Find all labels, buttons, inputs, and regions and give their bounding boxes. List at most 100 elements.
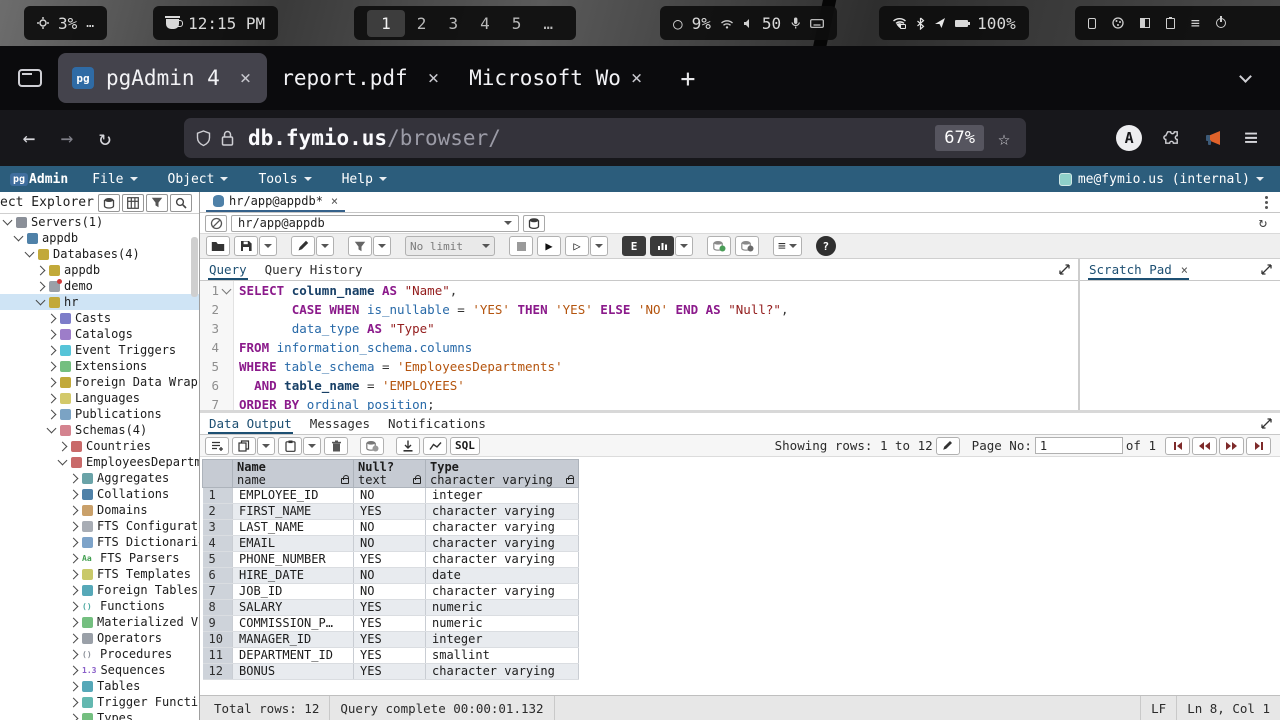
cell[interactable]: character varying <box>426 504 579 520</box>
filter-button[interactable] <box>348 236 372 256</box>
cell[interactable]: COMMISSION_P… <box>233 616 354 632</box>
row-number[interactable]: 1 <box>203 488 233 504</box>
cell[interactable]: YES <box>354 616 426 632</box>
cell[interactable]: NO <box>354 584 426 600</box>
chevron-right-icon[interactable] <box>69 473 79 483</box>
tree-item-demo[interactable]: demo <box>0 278 199 294</box>
menu-icon[interactable]: ≡ <box>1191 14 1200 32</box>
tree-item-schemas-4-[interactable]: Schemas(4) <box>0 422 199 438</box>
tree-item-fts-configurations[interactable]: FTS Configurations <box>0 518 199 534</box>
limit-select[interactable]: No limit <box>405 236 495 256</box>
previous-page-button[interactable] <box>1192 437 1217 455</box>
close-tab-icon[interactable]: × <box>426 67 441 89</box>
tree-item-extensions[interactable]: Extensions <box>0 358 199 374</box>
chevron-right-icon[interactable] <box>58 441 68 451</box>
tree-item-tables[interactable]: Tables <box>0 678 199 694</box>
browser-tab-pgadmin[interactable]: pg pgAdmin 4 × <box>58 53 267 103</box>
tab-data-output[interactable]: Data Output <box>208 413 293 434</box>
new-tab-button[interactable]: + <box>672 64 703 93</box>
cell[interactable]: character varying <box>426 664 579 680</box>
expand-icon[interactable] <box>1261 418 1272 429</box>
screenshot-icon[interactable] <box>1140 18 1150 28</box>
bookmark-star-icon[interactable]: ☆ <box>994 126 1014 150</box>
tab-notifications[interactable]: Notifications <box>387 413 487 434</box>
tree-item-fts-templates[interactable]: FTS Templates <box>0 566 199 582</box>
chevron-right-icon[interactable] <box>47 313 57 323</box>
firefox-view-icon[interactable] <box>18 69 42 87</box>
zoom-level-badge[interactable]: 67% <box>935 125 984 151</box>
workspace-button[interactable]: 3 <box>438 12 468 35</box>
menu-help[interactable]: Help <box>342 172 387 187</box>
chevron-right-icon[interactable] <box>69 649 79 659</box>
workspace-button[interactable]: 2 <box>407 12 437 35</box>
connection-select[interactable]: hr/app@appdb <box>231 215 519 232</box>
eol-indicator[interactable]: LF <box>1140 696 1176 720</box>
expand-icon[interactable] <box>1059 264 1070 275</box>
row-number[interactable]: 12 <box>203 664 233 680</box>
cell[interactable]: EMPLOYEE_ID <box>233 488 354 504</box>
view-data-button[interactable] <box>122 194 144 212</box>
first-page-button[interactable] <box>1165 437 1190 455</box>
cell[interactable]: NO <box>354 488 426 504</box>
cell[interactable]: EMAIL <box>233 536 354 552</box>
cursor-position[interactable]: Ln 8, Col 1 <box>1176 696 1280 720</box>
commit-button[interactable] <box>707 236 731 256</box>
account-menu[interactable]: me@fymio.us (internal) <box>1059 172 1264 187</box>
close-tab-icon[interactable]: × <box>238 67 253 89</box>
chevron-right-icon[interactable] <box>69 665 79 675</box>
row-number[interactable]: 3 <box>203 520 233 536</box>
status-indicators[interactable]: ○ 9% 50 <box>660 6 837 40</box>
tree-item-languages[interactable]: Languages <box>0 390 199 406</box>
chevron-right-icon[interactable] <box>47 345 57 355</box>
next-page-button[interactable] <box>1219 437 1244 455</box>
chevron-right-icon[interactable] <box>69 601 79 611</box>
workspace-button[interactable]: 5 <box>502 12 532 35</box>
expand-icon[interactable] <box>1261 264 1272 275</box>
cell[interactable]: YES <box>354 552 426 568</box>
copy-options-caret[interactable] <box>257 437 275 455</box>
browser-tab-word[interactable]: Microsoft Wo × <box>455 53 658 103</box>
chevron-down-icon[interactable] <box>3 216 13 226</box>
chevron-right-icon[interactable] <box>69 617 79 627</box>
sql-button[interactable]: SQL <box>450 437 480 455</box>
cell[interactable]: character varying <box>426 584 579 600</box>
edit-range-button[interactable] <box>936 437 960 455</box>
chevron-right-icon[interactable] <box>69 713 79 720</box>
cpu-indicator[interactable]: 3% … <box>24 6 107 40</box>
chevron-right-icon[interactable] <box>36 265 46 275</box>
chevron-down-icon[interactable] <box>36 296 46 306</box>
more-options-icon[interactable] <box>1265 201 1268 204</box>
edit-options-caret[interactable] <box>316 236 334 256</box>
close-tab-icon[interactable]: × <box>629 67 644 89</box>
edit-button[interactable] <box>291 236 315 256</box>
tree-item-functions[interactable]: ()Functions <box>0 598 199 614</box>
copy-button[interactable] <box>232 437 256 455</box>
tree-item-trigger-functions[interactable]: Trigger Functions <box>0 694 199 710</box>
cell[interactable]: JOB_ID <box>233 584 354 600</box>
chevron-down-icon[interactable] <box>25 248 35 258</box>
chevron-down-icon[interactable] <box>58 456 68 466</box>
tree-item-domains[interactable]: Domains <box>0 502 199 518</box>
tree-item-catalogs[interactable]: Catalogs <box>0 326 199 342</box>
list-tabs-chevron-icon[interactable] <box>1239 70 1252 83</box>
tree-item-procedures[interactable]: ()Procedures <box>0 646 199 662</box>
forward-button[interactable]: → <box>48 126 86 150</box>
column-header-type[interactable]: Typecharacter varying <box>426 460 579 488</box>
cell[interactable]: character varying <box>426 552 579 568</box>
chevron-right-icon[interactable] <box>69 633 79 643</box>
rotation-lock-icon[interactable] <box>1088 18 1096 29</box>
sidebar-scrollbar[interactable] <box>191 237 198 297</box>
tab-query[interactable]: Query <box>208 259 248 280</box>
macros-button[interactable]: ≡ <box>773 236 802 256</box>
cell[interactable]: integer <box>426 632 579 648</box>
workspace-button[interactable]: … <box>533 12 563 35</box>
chevron-right-icon[interactable] <box>47 329 57 339</box>
new-connection-button[interactable] <box>523 215 545 232</box>
chevron-right-icon[interactable] <box>69 505 79 515</box>
row-number[interactable]: 7 <box>203 584 233 600</box>
menu-object[interactable]: Object <box>168 172 229 187</box>
clipboard-icon[interactable] <box>1166 18 1175 29</box>
address-bar[interactable]: db.fymio.us/browser/ 67% ☆ <box>184 118 1026 158</box>
tree-item-hr[interactable]: hr <box>0 294 199 310</box>
cell[interactable]: BONUS <box>233 664 354 680</box>
